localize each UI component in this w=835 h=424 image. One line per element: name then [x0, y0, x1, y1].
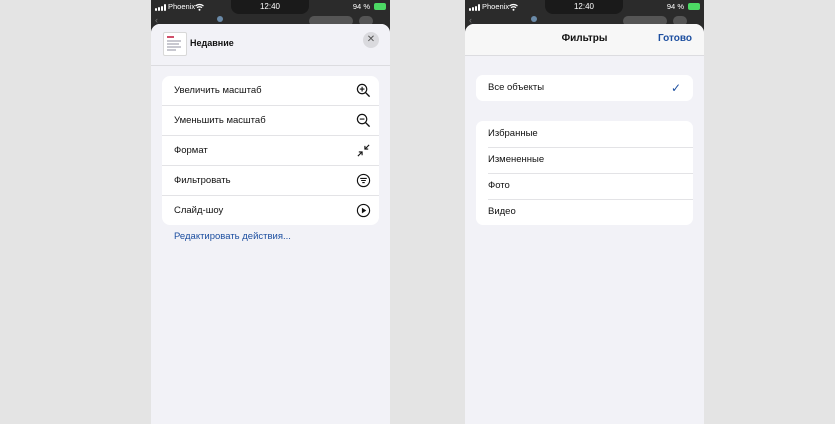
zoom-in-icon — [356, 83, 371, 98]
done-button[interactable]: Готово — [658, 33, 692, 44]
battery-percent: 94 % — [666, 2, 684, 11]
filter-all-objects[interactable]: Все объекты ✓ — [476, 75, 693, 101]
filter-label: Измененные — [488, 154, 545, 165]
status-time: 12:40 — [545, 0, 623, 14]
shrink-arrows-icon — [357, 144, 370, 157]
action-label: Фильтровать — [174, 175, 231, 186]
all-objects-group: Все объекты ✓ — [476, 75, 693, 101]
action-format[interactable]: Формат — [162, 135, 379, 165]
filters-list: Избранные Измененные Фото Видео — [476, 121, 693, 225]
camera-dot-icon — [531, 16, 537, 22]
action-filter[interactable]: Фильтровать — [162, 165, 379, 195]
checkmark-icon: ✓ — [670, 81, 681, 95]
sheet-title: Недавние — [190, 38, 234, 48]
filter-label: Избранные — [488, 128, 538, 139]
phone-screen-filters: Phoenix 12:40 94 % ‹ Фильтры Готово Все … — [465, 0, 704, 424]
filter-label: Фото — [488, 180, 510, 191]
action-zoom-in[interactable]: Увеличить масштаб — [162, 76, 379, 105]
actions-sheet: Недавние ✕ Увеличить масштаб Уменьшить м… — [151, 24, 390, 424]
play-icon — [356, 203, 371, 218]
signal-icon — [469, 4, 481, 11]
filters-sheet: Фильтры Готово Все объекты ✓ Избранные И… — [465, 24, 704, 424]
album-thumbnail — [163, 32, 187, 56]
carrier-name: Phoenix — [482, 2, 510, 11]
status-time: 12:40 — [231, 0, 309, 14]
edit-actions-link[interactable]: Редактировать действия... — [174, 231, 291, 242]
camera-dot-icon — [217, 16, 223, 22]
sheet-header: Недавние ✕ — [151, 24, 390, 66]
status-bar: Phoenix 12:40 94 % — [151, 0, 390, 14]
phone-screen-actions: Phoenix 12:40 94 % ‹ Недавние ✕ Увеличит… — [151, 0, 390, 424]
status-bar: Phoenix 12:40 94 % — [465, 0, 704, 14]
filter-icon — [356, 173, 371, 188]
action-label: Формат — [174, 145, 208, 156]
actions-list: Увеличить масштаб Уменьшить масштаб Форм… — [162, 76, 379, 225]
filter-photos[interactable]: Фото — [476, 173, 693, 199]
battery-icon — [374, 3, 386, 10]
signal-icon — [155, 4, 167, 11]
filter-videos[interactable]: Видео — [476, 199, 693, 225]
close-button[interactable]: ✕ — [363, 32, 379, 48]
zoom-out-icon — [356, 113, 371, 128]
carrier-name: Phoenix — [168, 2, 196, 11]
action-label: Слайд-шоу — [174, 205, 224, 216]
battery-percent: 94 % — [352, 2, 370, 11]
action-zoom-out[interactable]: Уменьшить масштаб — [162, 105, 379, 135]
filter-edited[interactable]: Измененные — [476, 147, 693, 173]
battery-icon — [688, 3, 700, 10]
filter-label: Все объекты — [488, 82, 545, 93]
filter-label: Видео — [488, 206, 516, 217]
action-label: Увеличить масштаб — [174, 85, 262, 96]
action-slideshow[interactable]: Слайд-шоу — [162, 195, 379, 225]
filter-favorites[interactable]: Избранные — [476, 121, 693, 147]
filters-nav-bar: Фильтры Готово — [465, 24, 704, 56]
action-label: Уменьшить масштаб — [174, 115, 266, 126]
